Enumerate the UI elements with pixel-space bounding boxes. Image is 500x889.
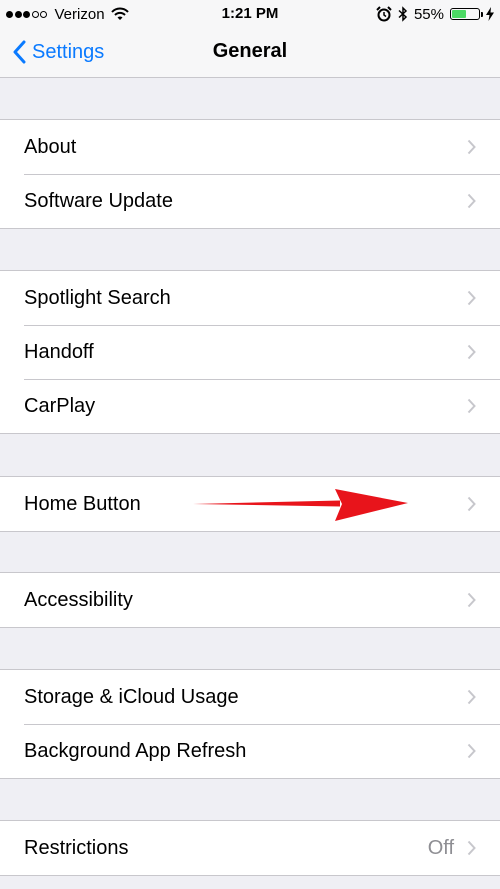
settings-group: Accessibility bbox=[0, 572, 500, 628]
row-label: Restrictions bbox=[24, 836, 129, 859]
settings-row-background-app-refresh[interactable]: Background App Refresh bbox=[0, 724, 500, 778]
settings-row-accessibility[interactable]: Accessibility bbox=[0, 573, 500, 627]
annotation-arrow-icon bbox=[193, 489, 408, 521]
battery-cap bbox=[481, 12, 483, 17]
chevron-right-icon bbox=[467, 344, 476, 360]
battery-icon bbox=[450, 8, 483, 20]
row-label: Background App Refresh bbox=[24, 739, 247, 762]
row-label: Home Button bbox=[24, 492, 141, 515]
settings-row-software-update[interactable]: Software Update bbox=[0, 174, 500, 228]
row-label: CarPlay bbox=[24, 394, 96, 417]
settings-group: Storage & iCloud Usage Background App Re… bbox=[0, 669, 500, 779]
settings-row-storage-icloud-usage[interactable]: Storage & iCloud Usage bbox=[0, 670, 500, 724]
chevron-right-icon bbox=[467, 290, 476, 306]
settings-group: Spotlight Search Handoff CarPlay bbox=[0, 270, 500, 434]
row-label: Handoff bbox=[24, 340, 94, 363]
chevron-right-icon bbox=[467, 193, 476, 209]
chevron-right-icon bbox=[467, 592, 476, 608]
chevron-right-icon bbox=[467, 398, 476, 414]
chevron-right-icon bbox=[467, 840, 476, 856]
settings-row-carplay[interactable]: CarPlay bbox=[0, 379, 500, 433]
chevron-right-icon bbox=[467, 139, 476, 155]
settings-row-restrictions[interactable]: Restrictions Off bbox=[0, 821, 500, 875]
bluetooth-icon bbox=[398, 6, 408, 22]
charging-bolt-icon bbox=[486, 7, 494, 21]
settings-group: About Software Update bbox=[0, 119, 500, 229]
navigation-bar: Settings General bbox=[0, 28, 500, 78]
alarm-icon bbox=[376, 6, 392, 22]
settings-row-handoff[interactable]: Handoff bbox=[0, 325, 500, 379]
chevron-right-icon bbox=[467, 743, 476, 759]
chevron-right-icon bbox=[467, 689, 476, 705]
row-label: Accessibility bbox=[24, 588, 133, 611]
row-label: Spotlight Search bbox=[24, 286, 171, 309]
chevron-right-icon bbox=[467, 496, 476, 512]
battery-percent: 55% bbox=[413, 5, 444, 23]
status-bar: Verizon 1:21 PM 55% bbox=[0, 0, 500, 28]
row-label: Storage & iCloud Usage bbox=[24, 685, 239, 708]
settings-row-spotlight-search[interactable]: Spotlight Search bbox=[0, 271, 500, 325]
status-right: 55% bbox=[370, 4, 494, 24]
page-title: General bbox=[212, 40, 288, 62]
settings-row-about[interactable]: About bbox=[0, 120, 500, 174]
row-label: About bbox=[24, 135, 77, 158]
settings-group: Restrictions Off bbox=[0, 820, 500, 876]
battery-fill bbox=[452, 10, 467, 18]
row-label: Software Update bbox=[24, 189, 173, 212]
row-value: Off bbox=[427, 836, 454, 859]
